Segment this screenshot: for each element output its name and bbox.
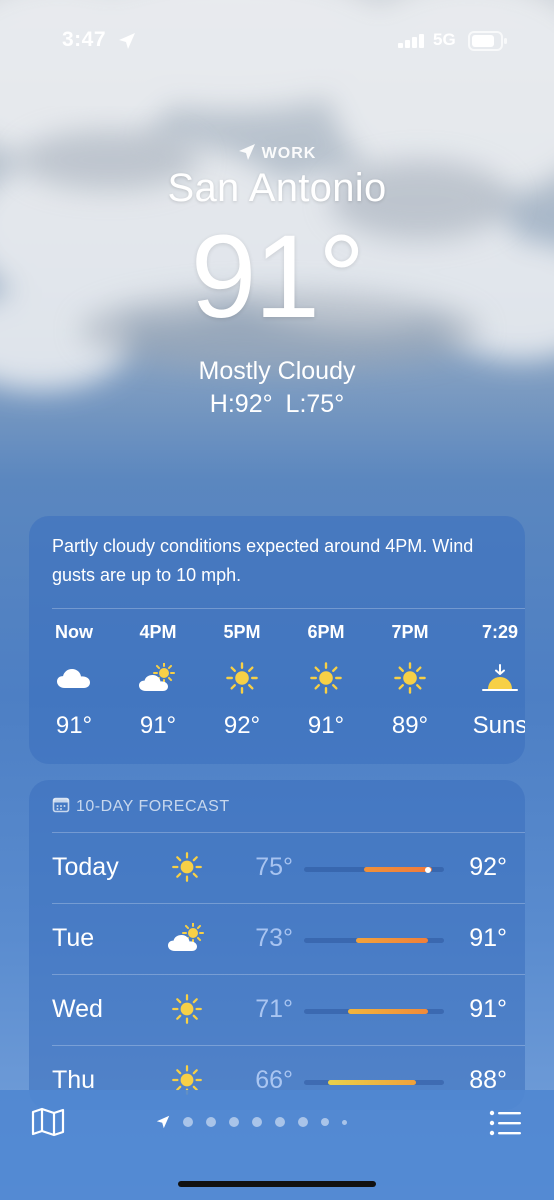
- sun-icon: [167, 849, 207, 885]
- temperature-range-bar: [304, 1080, 444, 1085]
- calendar-icon: [52, 797, 70, 813]
- day-name: Tue: [52, 924, 95, 952]
- high-low-temperature: H:92° L:75°: [209, 390, 345, 418]
- low-temperature: 73°: [255, 924, 293, 952]
- page-dot[interactable]: [321, 1118, 329, 1126]
- temperature-range-bar: [304, 938, 444, 943]
- sunset-icon: [465, 658, 525, 698]
- day-name: Today: [52, 853, 119, 881]
- page-dot[interactable]: [252, 1117, 262, 1127]
- high-temperature: 91°: [469, 924, 507, 952]
- cellular-signal-icon: [398, 34, 424, 48]
- status-time: 3:47: [62, 28, 107, 51]
- page-indicator[interactable]: [156, 1114, 347, 1130]
- day-name: Wed: [52, 995, 103, 1023]
- hourly-item: 4PM 91°: [123, 622, 193, 740]
- page-dot[interactable]: [275, 1117, 285, 1127]
- status-bar: 3:47 5G: [0, 28, 554, 58]
- hour-temperature: 92°: [223, 712, 261, 739]
- sun-icon: [167, 991, 207, 1027]
- current-condition: Mostly Cloudy: [198, 357, 356, 385]
- partly-sunny-icon: [167, 920, 207, 956]
- temperature-range-bar: [304, 1009, 444, 1014]
- hour-label: 6PM: [307, 622, 345, 642]
- network-type: 5G: [433, 30, 456, 49]
- ten-day-forecast-card[interactable]: 10-DAY FORECAST Today 75° 92° Tue 73° 91°…: [29, 780, 525, 1110]
- day-row[interactable]: Tue 73° 91°: [29, 904, 525, 974]
- hourly-item: 7:29 Suns: [465, 622, 525, 740]
- map-icon[interactable]: [30, 1106, 66, 1138]
- city-name: San Antonio: [167, 166, 387, 210]
- temperature-range-fill: [356, 938, 428, 943]
- sun-icon: [291, 658, 361, 698]
- day-row[interactable]: Today 75° 92°: [29, 833, 525, 903]
- temperature-range-fill: [328, 1080, 416, 1085]
- battery-icon: [468, 31, 507, 51]
- high-temperature: 92°: [469, 853, 507, 881]
- page-dot[interactable]: [342, 1119, 347, 1125]
- location-arrow-icon: [238, 144, 255, 160]
- hour-label: 4PM: [139, 622, 177, 642]
- hour-label: 7:29: [481, 622, 519, 642]
- temperature-range-fill: [348, 1009, 428, 1014]
- page-dot[interactable]: [298, 1117, 308, 1127]
- forecast-summary: Partly cloudy conditions expected around…: [52, 536, 474, 585]
- current-temperature: 91°: [190, 211, 365, 343]
- ten-day-header: 10-DAY FORECAST: [52, 796, 230, 816]
- page-dot[interactable]: [183, 1117, 193, 1127]
- hour-label: 5PM: [223, 622, 261, 642]
- day-row[interactable]: Wed 71° 91°: [29, 975, 525, 1045]
- page-dot[interactable]: [206, 1117, 216, 1127]
- hour-temperature: 91°: [139, 712, 177, 739]
- cloud-icon: [39, 658, 109, 698]
- ten-day-header-label: 10-DAY FORECAST: [76, 798, 230, 815]
- low-temperature: 71°: [255, 995, 293, 1023]
- hourly-item: 7PM 89°: [375, 622, 445, 740]
- hourly-item: 5PM 92°: [207, 622, 277, 740]
- list-icon[interactable]: [488, 1108, 522, 1138]
- sun-icon: [375, 658, 445, 698]
- hour-temperature: 91°: [55, 712, 93, 739]
- location-tag: WORK: [0, 143, 554, 163]
- temperature-range-fill: [364, 867, 432, 872]
- page-dot[interactable]: [229, 1117, 239, 1127]
- current-location-icon[interactable]: [156, 1115, 170, 1129]
- current-temp-marker: [425, 866, 431, 873]
- home-indicator: [178, 1181, 376, 1187]
- partly-sunny-icon: [123, 658, 193, 698]
- hour-label: 7PM: [391, 622, 429, 642]
- hour-temperature: Suns: [472, 712, 525, 739]
- temperature-range-bar: [304, 866, 444, 873]
- location-arrow-icon: [119, 33, 135, 49]
- hour-temperature: 91°: [307, 712, 345, 739]
- hour-label: Now: [55, 622, 93, 642]
- high-temperature: 91°: [469, 995, 507, 1023]
- hour-temperature: 89°: [391, 712, 429, 739]
- hourly-item: 6PM 91°: [291, 622, 361, 740]
- divider: [52, 608, 525, 609]
- sun-icon: [207, 658, 277, 698]
- hourly-item: Now 91°: [39, 622, 109, 740]
- hourly-forecast-card[interactable]: Partly cloudy conditions expected around…: [29, 516, 525, 764]
- location-tag-label: WORK: [261, 145, 317, 162]
- low-temperature: 75°: [255, 853, 293, 881]
